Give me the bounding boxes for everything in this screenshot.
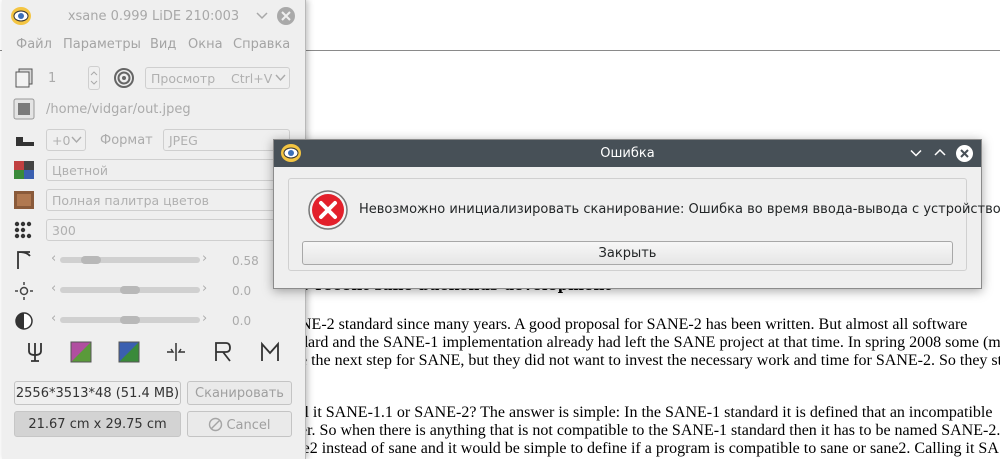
page-text-line: ll it SANE-1.1 or SANE-2? The answer is … [300,404,993,421]
xsane-menubar: Файл Параметры Вид Окна Справка [2,37,305,55]
chevron-down-icon [71,136,82,144]
mode-select-value: Просмотр [151,71,216,86]
error-dialog: Ошибка Невозможно инициализировать скани… [273,139,1000,289]
gamma-icon [17,251,31,269]
cancel-icon [209,417,223,432]
chevron-down-icon [275,74,286,82]
pipette-icon[interactable] [24,341,46,363]
increment-value: +0 [52,133,71,148]
format-value: JPEG [169,133,198,148]
color-mode-icon [14,161,34,179]
chevron-right-icon[interactable]: › [202,251,207,266]
restore-icon[interactable] [212,341,234,363]
chevron-right-icon[interactable]: › [202,311,207,326]
palette-value: Полная палитра цветов [52,193,210,208]
maximize-chevron-icon[interactable] [934,148,946,157]
filename-field[interactable]: /home/vidgar/out.jpeg [46,102,191,117]
contrast-slider-handle[interactable] [120,316,140,324]
color-mode-value: Цветной [52,163,108,178]
image-size-display: 2556*3513*48 (51.4 MB) [14,381,181,405]
chevron-left-icon[interactable]: ‹ [51,281,56,296]
menu-file[interactable]: Файл [16,37,52,52]
close-icon[interactable] [276,6,296,26]
copies-value: 1 [48,71,57,86]
brightness-slider-handle[interactable] [120,286,140,294]
color-mode-select[interactable]: Цветной [46,159,291,181]
gamma-value: 0.58 [232,254,259,268]
xsane-window: xsane 0.999 LiDE 210:003 Файл Параметры … [2,0,306,459]
resolution-select[interactable]: 300 [46,219,291,241]
contrast-icon [15,312,33,330]
contrast-value: 0.0 [232,314,252,328]
palette-select[interactable]: Полная палитра цветов [46,189,291,211]
dimensions-display: 21.67 cm x 29.75 cm [14,411,181,437]
store-icon[interactable] [259,341,281,363]
error-icon [308,190,348,230]
close-button[interactable]: Закрыть [302,241,953,265]
target-icon[interactable] [113,67,135,89]
split-arrows-icon[interactable] [165,341,187,363]
chevron-right-icon[interactable]: › [202,281,207,296]
copies-spin-button[interactable] [88,66,100,90]
increment-select[interactable]: +0 [46,129,86,151]
close-icon[interactable] [955,144,974,163]
mode-shortcut: Ctrl+V [231,71,273,86]
counter-icon [16,137,34,146]
menu-view[interactable]: Вид [150,37,176,52]
resolution-value: 300 [52,223,76,238]
page-text-line: NE-2 standard since many years. A good p… [300,316,968,333]
brightness-icon [15,282,33,300]
cancel-button-label: Cancel [226,418,271,433]
copies-icon [15,68,33,88]
minimize-chevron-icon[interactable] [910,149,922,158]
resolution-icon [14,221,32,239]
menu-help[interactable]: Справка [233,37,290,52]
dialog-titlebar[interactable]: Ошибка [274,140,981,167]
brightness-value: 0.0 [232,284,252,298]
cancel-button[interactable]: Cancel [187,411,292,437]
auto-enhance-icon[interactable] [70,341,92,363]
mode-select[interactable]: Просмотр Ctrl+V [145,67,290,89]
default-enhance-icon[interactable] [118,341,140,363]
palette-icon [14,191,34,209]
error-message: Невозможно инициализировать сканирование… [359,202,1000,217]
save-file-icon[interactable] [13,98,35,120]
menu-parameters[interactable]: Параметры [63,37,141,52]
gamma-slider-handle[interactable] [80,256,101,264]
menu-windows[interactable]: Окна [188,37,223,52]
dialog-title: Ошибка [600,146,655,161]
page-text-line: er. So when there is anything that is no… [300,422,1000,439]
page-text-line: dard and the SANE-1 implementation alrea… [300,334,1000,351]
chevron-left-icon[interactable]: ‹ [51,311,56,326]
format-label: Формат [100,133,153,148]
spin-arrows-icon [90,71,98,85]
chevron-left-icon[interactable]: ‹ [51,251,56,266]
format-select[interactable]: JPEG [163,129,290,151]
minimize-chevron-icon[interactable] [256,11,268,21]
scan-button[interactable]: Сканировать [187,381,292,405]
page-text-line: e the next step for SANE, but they did n… [300,352,1000,369]
xsane-titlebar[interactable]: xsane 0.999 LiDE 210:003 [2,0,305,32]
